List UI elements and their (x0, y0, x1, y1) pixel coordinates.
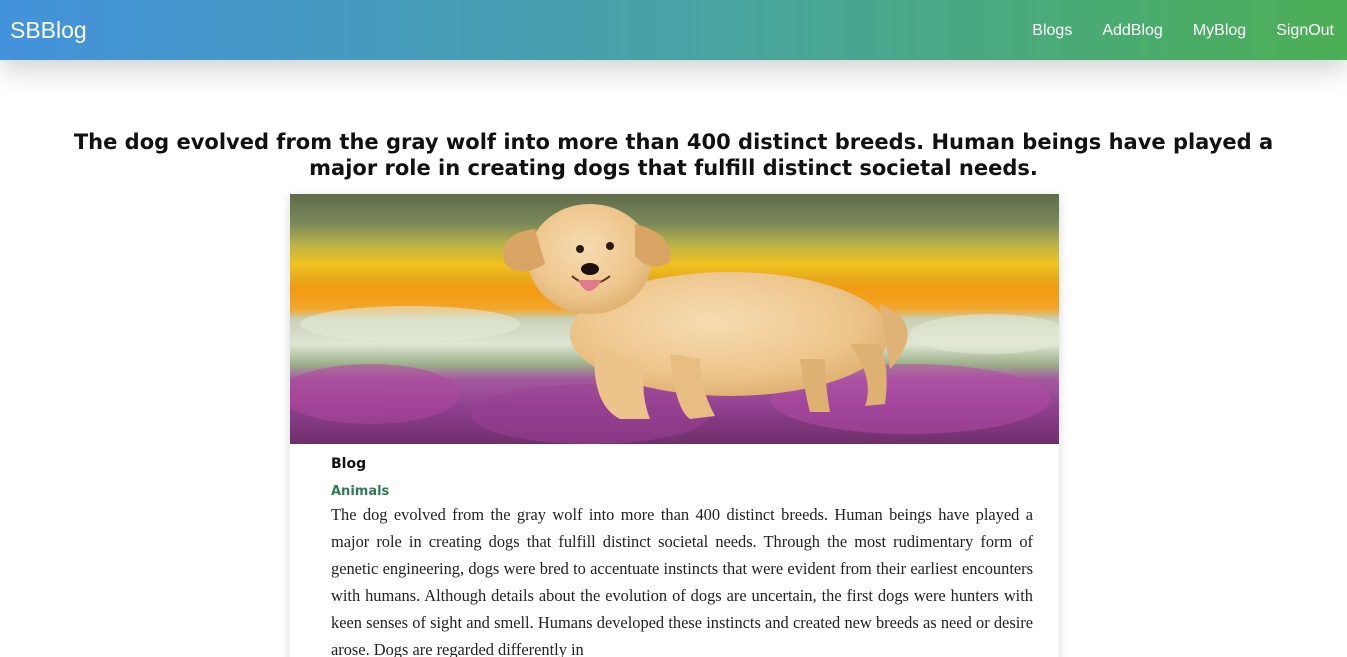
nav-link-signout[interactable]: SignOut (1276, 20, 1334, 42)
page-headline: The dog evolved from the gray wolf into … (73, 130, 1274, 181)
brand-logo-link[interactable]: SBBlog (10, 16, 87, 44)
nav-link-myblog[interactable]: MyBlog (1193, 20, 1246, 42)
nav-links: Blogs AddBlog MyBlog SignOut (1032, 20, 1334, 42)
blog-card: Blog Animals The dog evolved from the gr… (290, 194, 1059, 657)
blog-card-text: The dog evolved from the gray wolf into … (331, 505, 1033, 657)
blog-card-title: Blog (331, 456, 367, 472)
nav-link-addblog[interactable]: AddBlog (1102, 20, 1163, 42)
blog-category-label: Animals (331, 484, 390, 499)
nav-link-blogs[interactable]: Blogs (1032, 20, 1072, 42)
blog-card-body: Blog Animals The dog evolved from the gr… (331, 455, 1033, 657)
top-navbar: SBBlog Blogs AddBlog MyBlog SignOut (0, 0, 1347, 60)
blog-card-image (290, 194, 1059, 444)
